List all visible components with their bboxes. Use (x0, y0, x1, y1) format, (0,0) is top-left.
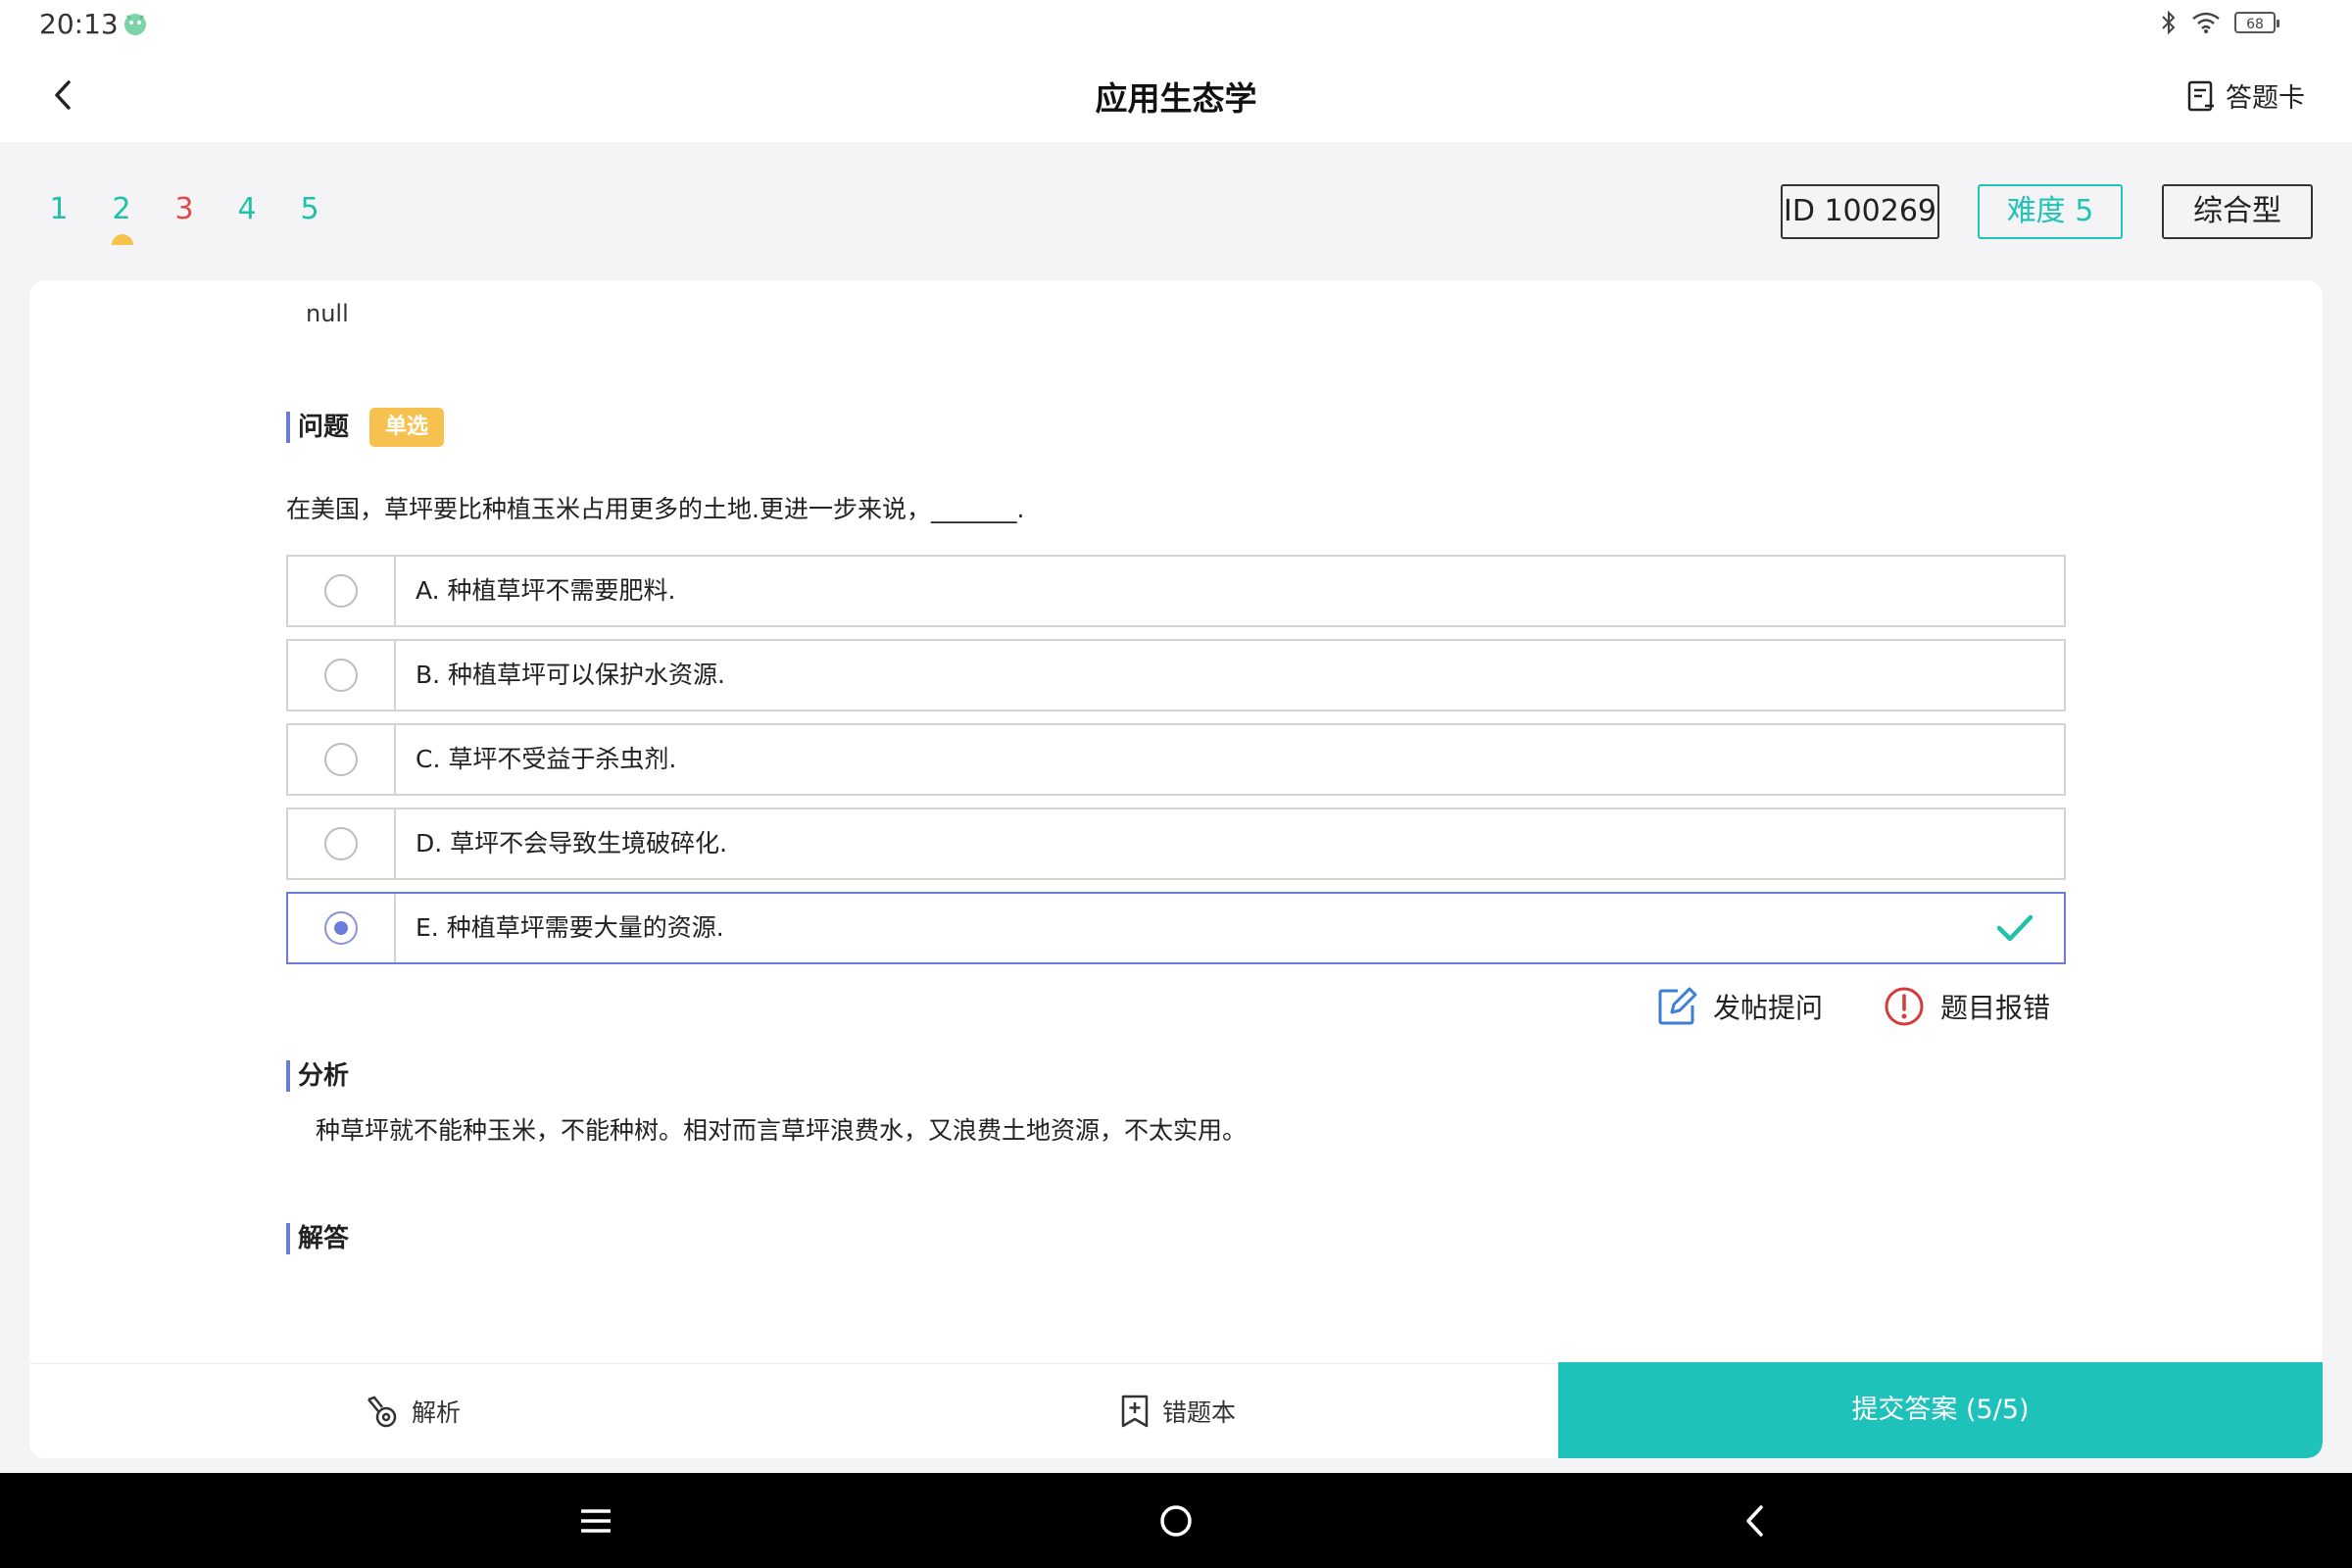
question-nav-item-5[interactable]: 5 (278, 192, 341, 247)
option-label: D. 草坪不会导致生境破碎化. (416, 829, 728, 858)
option-label: C. 草坪不受益于杀虫剂. (416, 745, 677, 773)
alert-icon (1885, 987, 1924, 1026)
explain-button[interactable]: 解析 (365, 1364, 461, 1458)
difficulty-tag: 难度 5 (1978, 184, 2123, 239)
answer-card-icon (2187, 80, 2214, 111)
option-label: E. 种植草坪需要大量的资源. (416, 913, 724, 942)
analysis-text: 种草坪就不能种玉米，不能种树。相对而言草坪浪费水，又浪费土地资源，不太实用。 (316, 1116, 1248, 1145)
option-radio-cell (288, 809, 396, 878)
correct-check-icon (1996, 914, 2034, 942)
question-id-tag: ID 100269 (1781, 184, 1939, 239)
status-bar: 20:13 68 (0, 0, 2352, 49)
answer-heading: 解答 (286, 1223, 349, 1254)
wrong-book-button[interactable]: 错题本 (1119, 1364, 1236, 1458)
question-nav-item-1[interactable]: 1 (27, 192, 90, 247)
question-nav-item-2[interactable]: 2 (90, 192, 153, 247)
explain-label: 解析 (412, 1398, 462, 1427)
answer-card-label: 答题卡 (2226, 83, 2305, 114)
radio-button[interactable] (324, 827, 358, 860)
option-a[interactable]: A. 种植草坪不需要肥料. (286, 555, 2066, 627)
option-c[interactable]: C. 草坪不受益于杀虫剂. (286, 723, 2066, 796)
option-e[interactable]: E. 种植草坪需要大量的资源. (286, 892, 2066, 964)
edit-icon (1658, 987, 1697, 1025)
passage-text: null (306, 300, 349, 327)
question-type-tag: 综合型 (2162, 184, 2313, 239)
home-icon[interactable] (1153, 1498, 1199, 1544)
bluetooth-icon (2162, 10, 2176, 35)
option-label: B. 种植草坪可以保护水资源. (416, 661, 725, 689)
bookmark-add-icon (1121, 1395, 1149, 1428)
post-question-button[interactable]: 发帖提问 (1656, 986, 1823, 1027)
option-radio-cell (288, 641, 396, 710)
analysis-heading: 分析 (286, 1060, 349, 1092)
report-error-label: 题目报错 (1940, 992, 2051, 1024)
question-nav: 12345 (27, 192, 341, 247)
report-error-button[interactable]: 题目报错 (1884, 986, 2050, 1027)
app-header: 应用生态学 答题卡 (0, 49, 2352, 142)
single-choice-badge: 单选 (369, 408, 444, 447)
radio-button[interactable] (324, 574, 358, 608)
question-nav-item-4[interactable]: 4 (216, 192, 278, 247)
option-label: A. 种植草坪不需要肥料. (416, 576, 676, 605)
option-b[interactable]: B. 种植草坪可以保护水资源. (286, 639, 2066, 711)
back-nav-icon[interactable] (1734, 1498, 1779, 1544)
post-question-label: 发帖提问 (1713, 992, 1824, 1024)
option-radio-cell (288, 725, 396, 794)
radio-button[interactable] (324, 743, 358, 776)
radio-button[interactable] (324, 911, 358, 945)
system-nav-bar (0, 1473, 2352, 1568)
status-time: 20:13 (39, 8, 119, 40)
wifi-icon (2192, 12, 2220, 33)
explain-icon (368, 1396, 397, 1428)
question-nav-item-3[interactable]: 3 (153, 192, 216, 247)
battery-icon: 68 (2234, 12, 2279, 33)
submit-answer-button[interactable]: 提交答案 (5/5) (1558, 1362, 2323, 1458)
question-heading: 问题 (286, 412, 349, 443)
question-stem: 在美国，草坪要比种植玉米占用更多的土地.更进一步来说，_______. (286, 495, 1025, 523)
option-radio-cell (288, 894, 396, 962)
option-radio-cell (288, 557, 396, 625)
answer-card-button[interactable]: 答题卡 (2186, 76, 2305, 115)
option-d[interactable]: D. 草坪不会导致生境破碎化. (286, 808, 2066, 880)
question-card: null 问题 单选 在美国，草坪要比种植玉米占用更多的土地.更进一步来说，__… (29, 280, 2323, 1458)
page-title: 应用生态学 (1095, 79, 1257, 118)
radio-button[interactable] (324, 659, 358, 692)
wrong-book-label: 错题本 (1162, 1398, 1237, 1427)
menu-icon[interactable] (573, 1498, 618, 1544)
status-icons: 68 (2160, 10, 2279, 35)
bottom-action-bar: 解析 错题本 提交答案 (5/5) (29, 1362, 2323, 1458)
app-notification-icon (124, 14, 146, 35)
